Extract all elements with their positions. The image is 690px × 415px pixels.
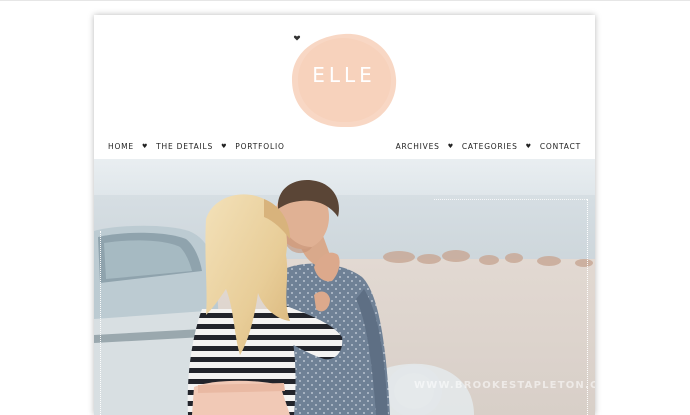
photo-border-dotted-top [434,199,587,200]
nav-left: HOME ♥ THE DETAILS ♥ PORTFOLIO [108,141,285,153]
nav-portfolio[interactable]: PORTFOLIO [235,141,284,153]
nav-categories[interactable]: CATEGORIES [462,141,518,153]
heart-icon [293,35,301,41]
top-rule [0,0,690,1]
nav-right: ARCHIVES ♥ CATEGORIES ♥ CONTACT [396,141,581,153]
nav-home[interactable]: HOME [108,141,134,153]
hero-photo[interactable]: WWW.BROOKESTAPLETON.COM [94,159,595,415]
nav-separator-heart-icon: ♥ [221,143,228,150]
photo-watermark: WWW.BROOKESTAPLETON.COM [414,380,595,391]
hero-image [94,159,595,415]
logo-text: ELLE [312,63,376,87]
nav-separator-heart-icon: ♥ [525,143,532,150]
nav-contact[interactable]: CONTACT [540,141,581,153]
site-logo[interactable]: ELLE [290,32,398,128]
nav-separator-heart-icon: ♥ [447,143,454,150]
photo-border-dotted-left [100,231,101,415]
nav-archives[interactable]: ARCHIVES [396,141,440,153]
page-container: ELLE HOME ♥ THE DETAILS ♥ PORTFOLIO ARCH… [94,15,595,415]
nav-the-details[interactable]: THE DETAILS [156,141,213,153]
nav-separator-heart-icon: ♥ [141,143,149,150]
